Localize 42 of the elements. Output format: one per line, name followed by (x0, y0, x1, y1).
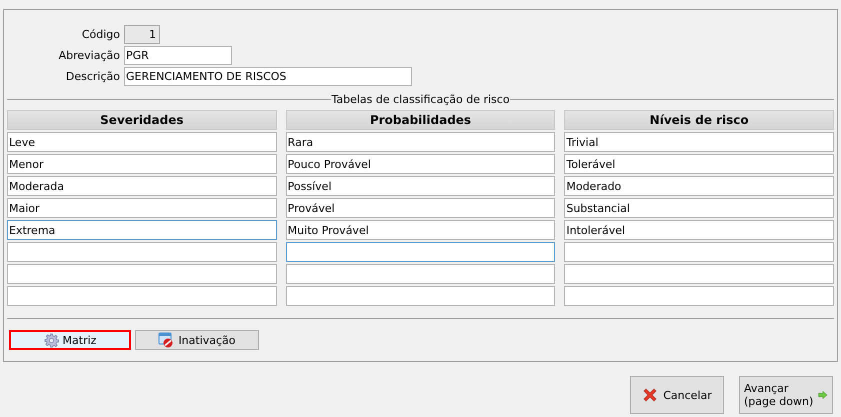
input-field[interactable] (7, 264, 277, 284)
input-field[interactable] (7, 242, 277, 262)
column-header: Severidades (7, 110, 277, 130)
input-field[interactable]: Substancial (564, 198, 834, 218)
field-label: Descrição (66, 70, 120, 83)
close-icon (642, 387, 658, 403)
gear-icon (44, 332, 59, 348)
blocked-window-icon (158, 332, 174, 348)
input-field[interactable] (564, 242, 834, 262)
input-field[interactable]: PGR (124, 46, 232, 65)
input-field[interactable]: Extrema (7, 220, 277, 240)
input-field[interactable] (7, 286, 277, 306)
next-button[interactable]: Avançar (page down) (739, 376, 833, 414)
input-field[interactable]: Leve (7, 132, 277, 152)
input-field[interactable]: GERENCIAMENTO DE RISCOS (124, 67, 412, 86)
arrow-right-icon (818, 388, 828, 402)
input-field[interactable]: Possível (286, 176, 556, 196)
group-title: Tabelas de classificação de risco (331, 93, 510, 106)
input-field[interactable] (286, 264, 556, 284)
input-field[interactable]: Pouco Provável (286, 154, 556, 174)
input-field[interactable] (564, 264, 834, 284)
cancel-button[interactable]: Cancelar (630, 376, 724, 414)
input-field[interactable]: Trivial (564, 132, 834, 152)
field-label: Código (82, 28, 120, 41)
column-header: Níveis de risco (564, 110, 834, 130)
input-field[interactable]: Intolerável (564, 220, 834, 240)
input-field[interactable]: Moderada (7, 176, 277, 196)
field-label: Abreviação (58, 49, 120, 62)
input-field[interactable]: Menor (7, 154, 277, 174)
input-field[interactable]: 1 (124, 25, 160, 44)
input-field[interactable]: Moderado (564, 176, 834, 196)
matrix-button[interactable]: Matriz (9, 330, 131, 350)
input-field[interactable] (286, 242, 556, 262)
input-field[interactable]: Tolerável (564, 154, 834, 174)
column-header: Probabilidades (286, 110, 556, 130)
input-field[interactable]: Rara (286, 132, 556, 152)
deactivate-button[interactable]: Inativação (135, 330, 259, 350)
input-field[interactable]: Maior (7, 198, 277, 218)
input-field[interactable] (564, 286, 834, 306)
input-field[interactable] (286, 286, 556, 306)
input-field[interactable]: Provável (286, 198, 556, 218)
input-field[interactable]: Muito Provável (286, 220, 556, 240)
